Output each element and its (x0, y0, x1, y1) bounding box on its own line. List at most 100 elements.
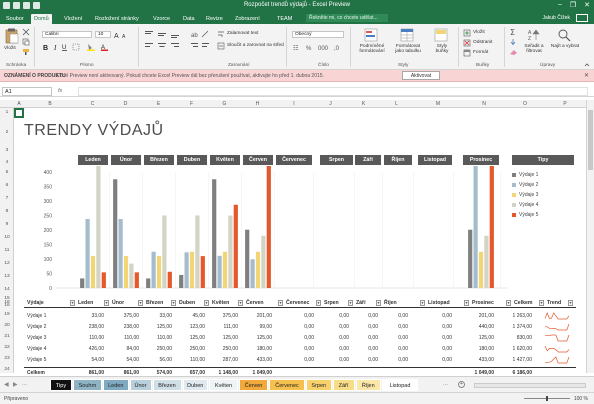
bold-icon[interactable]: B (42, 43, 50, 51)
table-cell[interactable]: 110,00 (142, 335, 172, 341)
sheet-tab[interactable]: Září (332, 379, 355, 391)
filter-dropdown-icon[interactable]: ▾ (420, 300, 425, 306)
format-as-table-button[interactable]: Formátovat jako tabulku (392, 44, 424, 54)
table-cell[interactable]: 111,00 (208, 324, 238, 330)
table-cell[interactable]: 180,00 (464, 346, 494, 352)
row-header[interactable]: 22 (0, 345, 14, 350)
column-header-j[interactable]: J (314, 101, 347, 107)
column-header-k[interactable]: K (347, 101, 380, 107)
table-cell[interactable]: 0,00 (348, 346, 378, 352)
font-color-icon[interactable]: A (100, 43, 110, 51)
filter-dropdown-icon[interactable]: ▾ (104, 300, 109, 306)
table-cell[interactable]: 180,00 (242, 346, 272, 352)
zoom-slider-knob[interactable] (546, 396, 548, 401)
filter-dropdown-icon[interactable]: ▾ (376, 300, 381, 306)
row-header[interactable]: 14 (0, 287, 14, 292)
row-header[interactable]: 18 (0, 300, 14, 305)
sheet-nav-more-right[interactable]: ... (443, 381, 448, 387)
merge-center-button[interactable]: Sloučit a zarovnat na střed (227, 43, 284, 48)
wrap-text-icon[interactable] (217, 30, 225, 38)
filter-dropdown-icon[interactable]: ▾ (70, 300, 75, 306)
sheet-nav-prev-icon[interactable]: ◀ (4, 381, 9, 388)
sheet-tab[interactable]: Listopad (382, 379, 418, 391)
table-cell[interactable]: 56,00 (142, 357, 172, 363)
format-cells-button[interactable]: Formát (473, 50, 488, 55)
merge-center-icon[interactable] (217, 42, 225, 50)
sheet-nav-more[interactable]: ... (22, 381, 27, 387)
column-header-h[interactable]: H (241, 101, 274, 107)
format-as-table-icon[interactable] (400, 28, 414, 42)
find-select-icon[interactable] (557, 28, 571, 42)
add-sheet-icon[interactable]: + (458, 381, 465, 388)
paste-label[interactable]: Vložit (4, 46, 16, 51)
sheet-tab[interactable]: Březen (152, 379, 182, 391)
table-cell[interactable]: 250,00 (142, 346, 172, 352)
copy-icon[interactable] (22, 38, 30, 46)
horizontal-align-icons[interactable] (144, 42, 184, 50)
column-header-l[interactable]: L (380, 101, 413, 107)
zoom-level[interactable]: 100 % (574, 396, 588, 402)
table-cell[interactable]: 201,00 (242, 313, 272, 319)
column-header-m[interactable]: M (413, 101, 463, 107)
row-header[interactable]: 21 (0, 334, 14, 339)
table-cell[interactable]: 0,00 (284, 346, 314, 352)
format-painter-icon[interactable] (22, 48, 30, 56)
tab-file[interactable]: Soubor (3, 14, 27, 24)
table-cell[interactable]: 33,00 (74, 313, 104, 319)
activate-button[interactable]: Aktivovat (402, 71, 440, 80)
column-header-b[interactable]: B (24, 101, 76, 107)
underline-icon[interactable]: U (61, 43, 69, 51)
borders-icon[interactable] (72, 43, 82, 51)
table-cell[interactable]: 1 427,00 (502, 357, 532, 363)
filter-dropdown-icon[interactable]: ▾ (204, 300, 209, 306)
table-cell[interactable]: 250,00 (175, 346, 205, 352)
row-header[interactable]: 5 (0, 170, 14, 175)
sheet-tab[interactable]: Tipy (50, 379, 72, 391)
table-cell[interactable]: 125,00 (464, 335, 494, 341)
tab-home[interactable]: Domů (31, 14, 52, 24)
row-header[interactable]: 4 (0, 160, 14, 165)
close-button[interactable]: ✕ (584, 1, 590, 9)
row-header[interactable]: 7 (0, 196, 14, 201)
row-label[interactable]: Výdaje 2 (27, 324, 46, 330)
table-cell[interactable]: 1 374,00 (502, 324, 532, 330)
row-header[interactable]: 10 (0, 235, 14, 240)
sheet-tab[interactable]: Červenec (269, 379, 305, 391)
table-cell[interactable]: 0,00 (319, 357, 349, 363)
delete-cells-button[interactable]: Odstranit (473, 40, 492, 45)
tab-page-layout[interactable]: Rozložení stránky (92, 14, 142, 24)
column-header-o[interactable]: O (505, 101, 545, 107)
find-select-button[interactable]: Najít a vybrat (550, 44, 580, 49)
conditional-formatting-icon[interactable] (364, 28, 378, 42)
table-cell[interactable]: 287,00 (208, 357, 238, 363)
row-label[interactable]: Výdaje 1 (27, 313, 46, 319)
filter-dropdown-icon[interactable]: ▾ (138, 300, 143, 306)
table-cell[interactable]: 84,00 (109, 346, 139, 352)
table-cell[interactable]: 123,00 (175, 324, 205, 330)
filter-dropdown-icon[interactable]: ▾ (238, 300, 243, 306)
column-header-d[interactable]: D (109, 101, 142, 107)
tab-view[interactable]: Zobrazení (232, 14, 263, 24)
sheet-tab[interactable]: Květen (209, 379, 238, 391)
sheet-nav-next-icon[interactable]: ▶ (13, 381, 18, 388)
column-header-n[interactable]: N (463, 101, 505, 107)
sheet-tab[interactable]: Červen (239, 379, 268, 391)
insert-cells-button[interactable]: Vložit (473, 30, 485, 35)
tab-formulas[interactable]: Vzorce (150, 14, 173, 24)
table-cell[interactable]: 0,00 (422, 357, 452, 363)
cut-icon[interactable] (22, 28, 30, 36)
vertical-align-icons[interactable] (144, 30, 184, 38)
table-cell[interactable]: 375,00 (109, 313, 139, 319)
vertical-scrollbar-thumb[interactable] (588, 110, 593, 170)
table-cell[interactable]: 0,00 (348, 324, 378, 330)
table-cell[interactable]: 33,00 (142, 313, 172, 319)
restore-button[interactable]: ❐ (570, 1, 576, 9)
tab-team[interactable]: TEAM (274, 14, 295, 24)
tab-review[interactable]: Revize (203, 14, 226, 24)
name-box[interactable]: A1 (2, 87, 52, 96)
table-cell[interactable]: 125,00 (175, 335, 205, 341)
table-cell[interactable]: 0,00 (348, 357, 378, 363)
conditional-formatting-button[interactable]: Podmíněné formátování (355, 44, 389, 54)
row-header[interactable]: 3 (0, 148, 14, 153)
number-format-icons[interactable]: ☷% 000 ,0 (292, 43, 348, 51)
